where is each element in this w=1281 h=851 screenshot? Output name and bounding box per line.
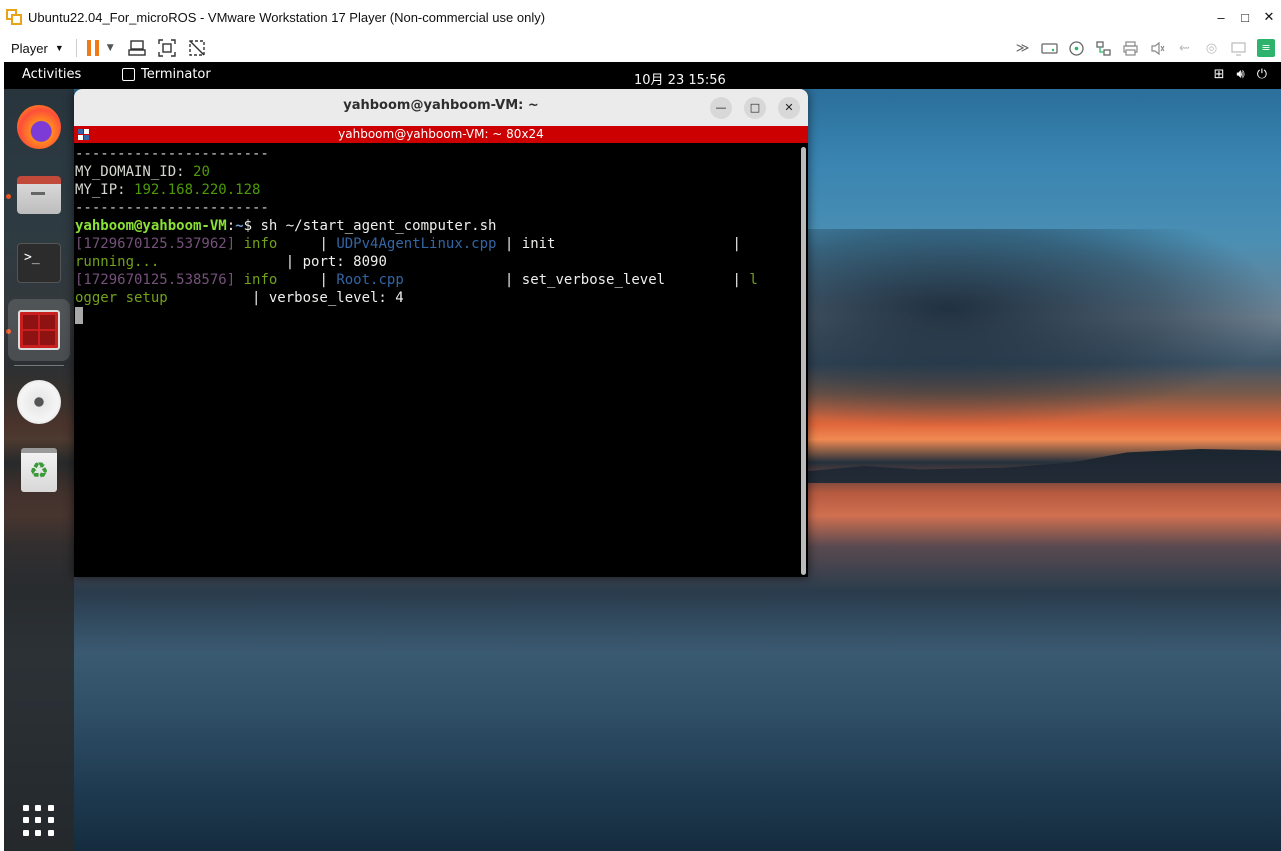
trash-icon: ♻	[21, 448, 57, 492]
terminal-icon: >_	[17, 243, 61, 283]
dock-item-firefox[interactable]	[15, 103, 63, 151]
terminator-app-icon	[122, 68, 135, 81]
running-indicator	[6, 194, 11, 199]
hard-disk-icon[interactable]	[1041, 40, 1058, 57]
terminal-line: -----------------------	[75, 200, 269, 216]
gnome-top-bar: Activities Terminator 10月 23 15:56 ⊞ 🔊︎ …	[4, 62, 1281, 89]
host-titlebar: Ubuntu22.04_For_microROS - VMware Workst…	[0, 0, 1281, 34]
app-menu-label: Terminator	[141, 67, 211, 82]
terminal-line: running... | port: 8090	[75, 254, 387, 270]
fullscreen-icon[interactable]	[158, 39, 176, 57]
terminal-close-button[interactable]: ✕	[778, 97, 800, 119]
host-window-title: Ubuntu22.04_For_microROS - VMware Workst…	[28, 9, 546, 25]
terminal-scrollbar[interactable]	[801, 147, 806, 575]
apps-grid-icon[interactable]	[23, 805, 55, 837]
network-adapter-icon[interactable]	[1095, 40, 1112, 57]
terminal-line: -----------------------	[75, 146, 269, 162]
terminator-icon	[18, 310, 60, 350]
terminal-cursor-line	[75, 307, 797, 325]
system-tray[interactable]: ⊞ 🔊︎ ⏻	[1214, 67, 1267, 82]
terminal-prompt-line: yahboom@yahboom-VM:~$ sh ~/start_agent_c…	[75, 218, 497, 234]
message-log-icon[interactable]: ≡	[1257, 39, 1275, 57]
player-menu-label: Player	[11, 40, 48, 56]
terminator-window[interactable]: yahboom@yahboom-VM: ~ — □ ✕ yahboom@yahb…	[74, 89, 808, 577]
player-menu-button[interactable]: Player ▼	[11, 41, 64, 56]
send-ctrl-alt-del-icon[interactable]	[128, 39, 146, 57]
host-toolbar: Player ▼ ▼ ≫ ⇜ ◎ ≡	[0, 34, 1281, 62]
cd-drive-icon[interactable]	[1068, 40, 1085, 57]
firefox-icon	[17, 105, 61, 149]
dock-item-cd[interactable]	[15, 378, 63, 426]
sound-card-icon[interactable]	[1149, 40, 1166, 57]
terminator-window-title: yahboom@yahboom-VM: ~	[343, 98, 539, 113]
terminator-header-bar[interactable]: yahboom@yahboom-VM: ~ — □ ✕	[74, 89, 808, 126]
camera-icon[interactable]: ◎	[1203, 40, 1220, 57]
dock-item-trash[interactable]: ♻	[15, 446, 63, 494]
device-status-icons: ≫ ⇜ ◎ ≡	[1014, 34, 1275, 62]
fast-forward-icon[interactable]: ≫	[1014, 40, 1031, 57]
terminal-line: MY_IP: 192.168.220.128	[75, 182, 261, 198]
dock-item-terminator[interactable]	[8, 299, 70, 361]
terminal-line: [1729670125.538576] info | Root.cpp | se…	[75, 272, 758, 288]
close-button[interactable]: ✕	[1257, 9, 1281, 25]
unity-mode-icon[interactable]	[188, 39, 206, 57]
files-icon	[17, 176, 61, 214]
maximize-button[interactable]: □	[1233, 10, 1257, 25]
pause-icon[interactable]	[86, 40, 99, 56]
clock[interactable]: 10月 23 15:56	[634, 69, 726, 88]
terminal-maximize-button[interactable]: □	[744, 97, 766, 119]
activities-button[interactable]: Activities	[22, 67, 81, 82]
network-icon: ⊞	[1213, 67, 1225, 82]
power-icon: ⏻	[1256, 67, 1267, 82]
cd-icon	[17, 380, 61, 424]
terminal-output[interactable]: ----------------------- MY_DOMAIN_ID: 20 M…	[74, 143, 798, 577]
dock: >_ ♻	[4, 89, 74, 851]
terminal-line: [1729670125.537962] info | UDPv4AgentLin…	[75, 236, 741, 252]
window-controls: – □ ✕	[1209, 0, 1281, 34]
display-icon[interactable]	[1230, 40, 1247, 57]
app-menu-button[interactable]: Terminator	[122, 67, 211, 82]
pane-title: yahboom@yahboom-VM: ~ 80x24	[338, 127, 544, 141]
dock-divider	[14, 365, 64, 366]
dock-item-terminal[interactable]: >_	[15, 239, 63, 287]
usb-icon[interactable]: ⇜	[1176, 40, 1193, 57]
minimize-button[interactable]: –	[1209, 10, 1233, 25]
vmware-logo-icon	[6, 9, 22, 25]
volume-icon: 🔊︎	[1236, 67, 1245, 82]
terminal-line: MY_DOMAIN_ID: 20	[75, 164, 210, 180]
guest-desktop[interactable]: Activities Terminator 10月 23 15:56 ⊞ 🔊︎ …	[4, 62, 1281, 851]
printer-icon[interactable]	[1122, 40, 1139, 57]
toolbar-divider	[75, 39, 77, 57]
chevron-down-icon[interactable]: ▼	[107, 43, 114, 53]
pane-titlebar[interactable]: yahboom@yahboom-VM: ~ 80x24	[74, 126, 808, 143]
chevron-down-icon: ▼	[54, 43, 64, 53]
text-cursor	[75, 307, 83, 324]
terminal-line: ogger setup | verbose_level: 4	[75, 290, 404, 306]
terminal-minimize-button[interactable]: —	[710, 97, 732, 119]
dock-item-files[interactable]	[15, 171, 63, 219]
